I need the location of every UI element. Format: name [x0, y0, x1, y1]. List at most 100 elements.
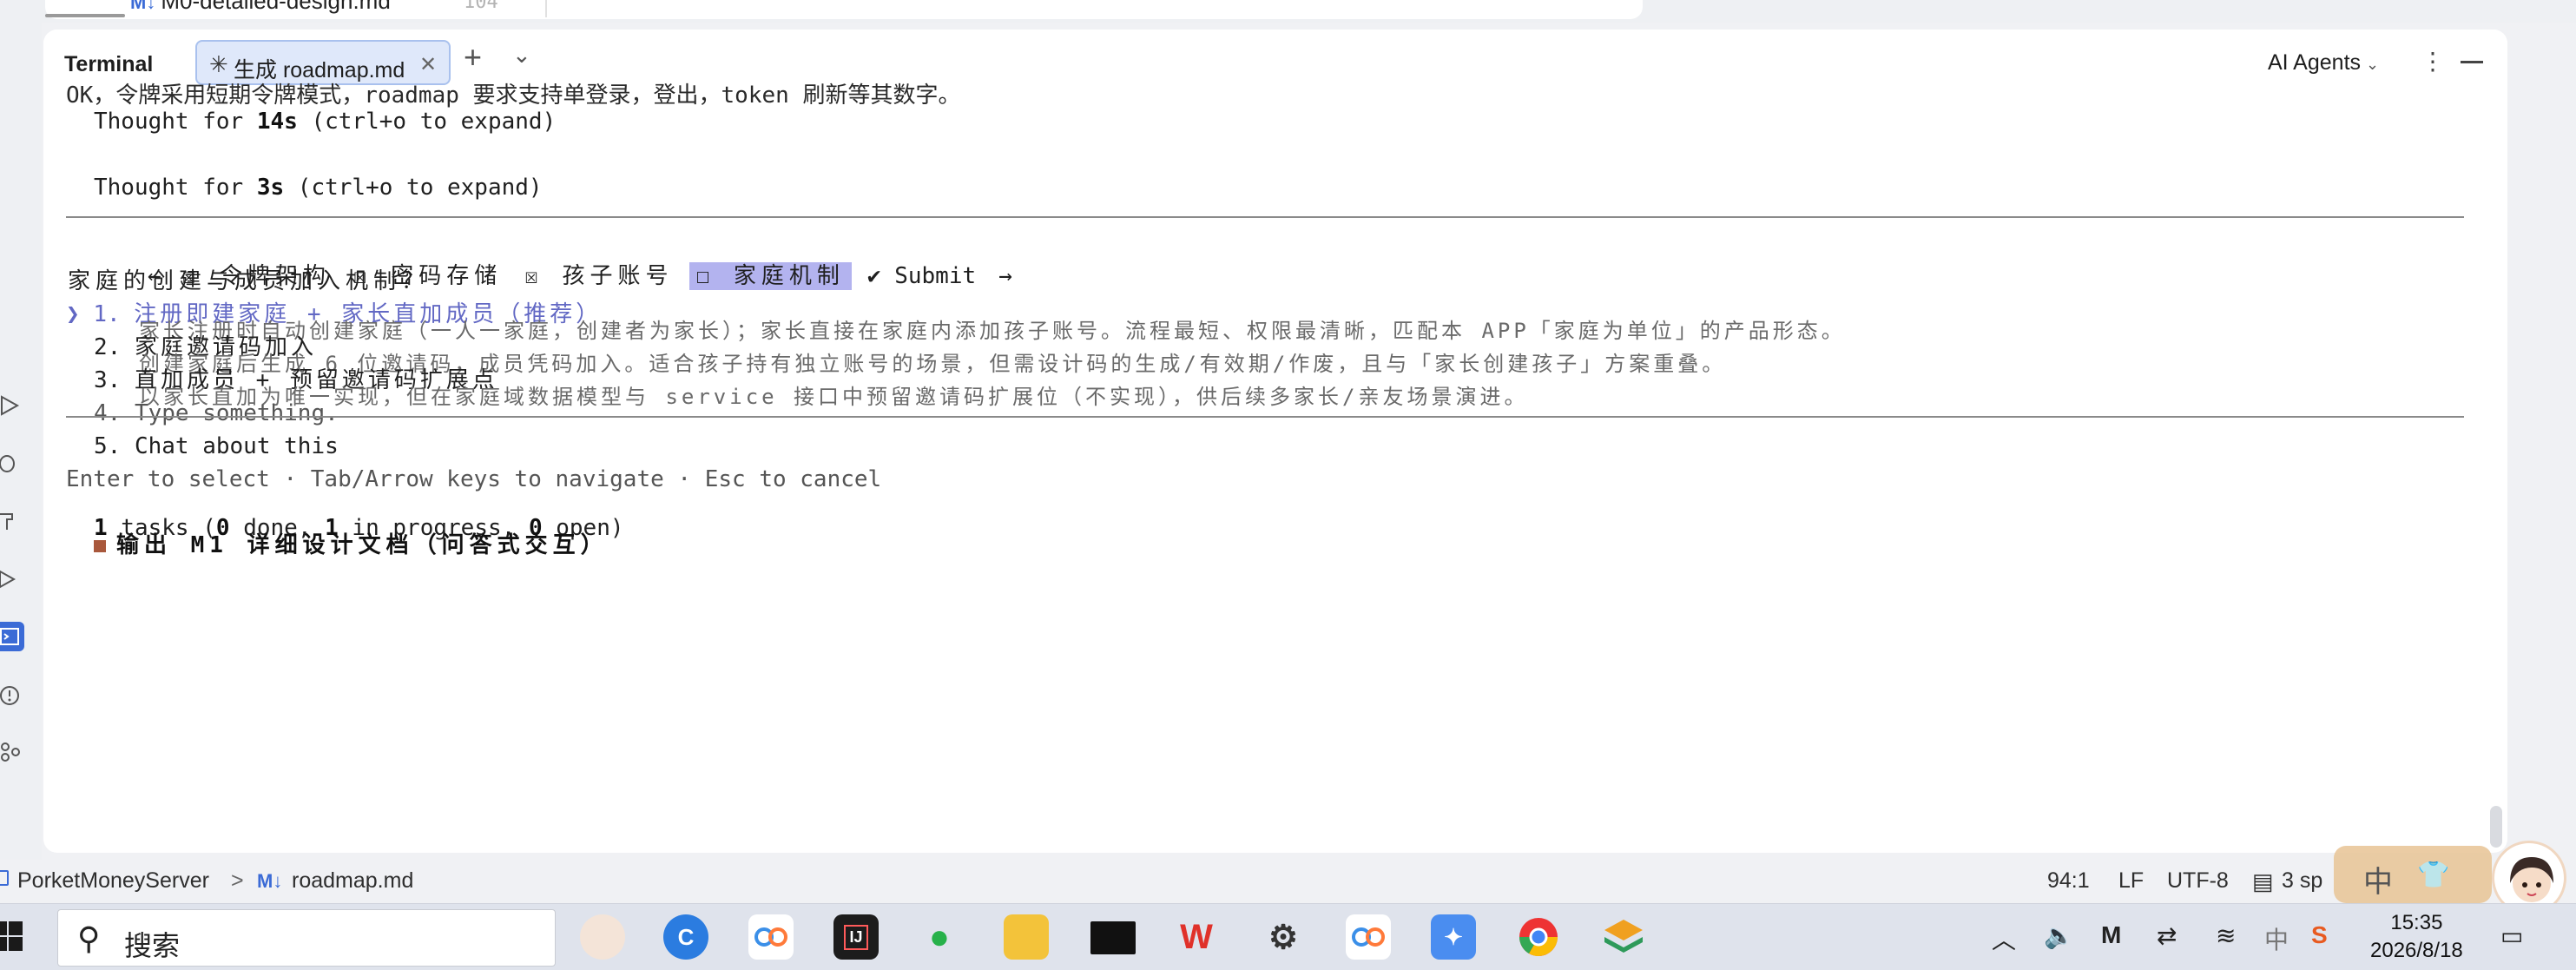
- option-4[interactable]: 4. Type something.: [94, 399, 339, 427]
- taskbar-clock[interactable]: 15:35 2026/8/18: [2370, 909, 2463, 965]
- editor-file-tab[interactable]: M↓ M0-detailed-design.md: [52, 0, 412, 14]
- add-tab-button[interactable]: +: [464, 42, 482, 73]
- chat-about-option[interactable]: 5. Chat about this: [94, 432, 339, 460]
- task-item-label: 输出 M1 详细设计文档（问答式交互）: [116, 532, 609, 558]
- thought-line: Thought for 3s (ctrl+o to expand): [94, 174, 543, 201]
- thought-prefix: Thought for: [94, 175, 257, 201]
- thought-prefix: Thought for: [94, 109, 257, 135]
- taskbar: ⚲ 搜索 C IJ ● W ⚙ ✦ ︿ 🔈 M ⇄ ≋ 中 S 15:35 20…: [0, 903, 2576, 970]
- terminal-icon[interactable]: [0, 622, 24, 651]
- volume-icon[interactable]: 🔈: [2044, 921, 2074, 950]
- build-icon[interactable]: [0, 505, 24, 535]
- indent-setting[interactable]: 3 sp: [2282, 868, 2322, 894]
- git-icon[interactable]: [0, 736, 24, 766]
- file-explorer-icon[interactable]: [1004, 914, 1049, 960]
- editor-file-tab-label: M0-detailed-design.md: [161, 0, 391, 14]
- markdown-icon: M↓: [257, 870, 283, 892]
- avatar-app-icon[interactable]: [580, 914, 625, 960]
- pointer-icon: ❯: [66, 301, 80, 327]
- checked-box-icon: ☒: [524, 263, 544, 289]
- chevron-down-icon: ⌄: [2366, 56, 2380, 73]
- nav-item-child-account[interactable]: ☒ 孩子账号: [524, 262, 673, 290]
- edge-browser-icon[interactable]: C: [663, 914, 708, 960]
- wifi-icon[interactable]: ≋: [2216, 921, 2236, 950]
- terminal-app-icon[interactable]: [1090, 921, 1136, 954]
- breadcrumb-project[interactable]: PorketMoneyServer: [17, 868, 209, 894]
- nav-item-label: 家庭机制: [733, 263, 845, 289]
- terminal-output[interactable]: OK，令牌采用短期令牌模式，roadmap 要求支持单登录，登出，token 刷…: [66, 82, 2488, 853]
- file-encoding[interactable]: UTF-8: [2167, 868, 2229, 894]
- option-description: 家长注册时自动创建家庭（一人一家庭，创建者为家长）；家长直接在家庭内添加孩子账号…: [139, 319, 1846, 343]
- question-text: 家庭的创建与成员加入机制？: [68, 268, 430, 294]
- thought-suffix: (ctrl+o to expand): [284, 175, 543, 201]
- option-number: 2.: [94, 334, 122, 360]
- wps-icon[interactable]: W: [1174, 914, 1219, 960]
- baidu-netdisk-icon[interactable]: [748, 914, 794, 960]
- windows-start-icon[interactable]: [0, 921, 23, 951]
- terminal-session-tab[interactable]: ✳ 生成 roadmap.md ✕: [195, 40, 451, 85]
- services-icon[interactable]: [0, 564, 24, 594]
- nav-submit[interactable]: ✔ Submit: [867, 262, 976, 290]
- chrome-icon[interactable]: [1516, 914, 1561, 960]
- option-number: 1.: [93, 301, 121, 327]
- taskbar-search[interactable]: ⚲ 搜索: [57, 909, 556, 967]
- search-icon: ⚲: [77, 921, 101, 956]
- wechat-icon[interactable]: ●: [917, 914, 962, 960]
- check-icon: ✔: [866, 263, 881, 289]
- notification-icon[interactable]: ▭: [2500, 921, 2523, 950]
- scrollbar-thumb[interactable]: [2490, 806, 2502, 848]
- thought-line: Thought for 14s (ctrl+o to expand): [94, 108, 556, 135]
- divider: [66, 216, 2464, 218]
- settings-icon[interactable]: ⚙: [1261, 914, 1306, 960]
- nav-item-label: 孩子账号: [562, 263, 674, 289]
- run-icon[interactable]: [0, 391, 24, 420]
- ime-tray-icon[interactable]: 中: [2264, 921, 2289, 956]
- baidu-netdisk-icon[interactable]: [1346, 914, 1391, 960]
- thought-suffix: (ctrl+o to expand): [297, 109, 557, 135]
- ime-widget[interactable]: 中 👕: [2334, 846, 2492, 903]
- chevron-down-icon[interactable]: ⌄: [512, 42, 531, 69]
- app-icon[interactable]: ✦: [1431, 914, 1476, 960]
- markdown-icon: M↓: [130, 0, 156, 13]
- debug-icon[interactable]: [0, 448, 24, 478]
- cursor-position[interactable]: 94:1: [2047, 868, 2090, 894]
- intellij-icon[interactable]: IJ: [833, 914, 879, 960]
- key-hint: Enter to select · Tab/Arrow keys to navi…: [66, 466, 882, 492]
- nav-item-family[interactable]: ☐ 家庭机制: [688, 262, 852, 290]
- task-item: 输出 M1 详细设计文档（问答式交互）: [94, 531, 609, 559]
- line-ending[interactable]: LF: [2118, 868, 2144, 894]
- shirt-icon: 👕: [2417, 861, 2450, 889]
- terminal-title[interactable]: Terminal: [64, 52, 153, 77]
- option-title: Type something.: [134, 400, 339, 426]
- forward-arrow-icon[interactable]: →: [998, 263, 1012, 289]
- project-icon: [0, 870, 9, 886]
- ai-agents-label: AI Agents: [2268, 50, 2362, 75]
- minimize-icon[interactable]: [2461, 61, 2483, 63]
- divider: [66, 416, 2464, 418]
- status-bar: PorketMoneyServer > M↓ roadmap.md 94:1 L…: [0, 860, 2576, 903]
- tool-rail: [0, 23, 42, 908]
- line-number: 104: [464, 0, 498, 13]
- partial-output-line: OK，令牌采用短期令牌模式，roadmap 要求支持单登录，登出，token 刷…: [66, 82, 961, 109]
- editor-tab-strip: M↓ M0-detailed-design.md 104: [0, 0, 2576, 23]
- problems-icon[interactable]: [0, 681, 24, 710]
- indent-icon: ▤: [2252, 868, 2274, 894]
- ai-agents-dropdown[interactable]: AI Agents ⌄: [2268, 50, 2379, 76]
- network-settings-icon[interactable]: ⇄: [2157, 921, 2177, 950]
- thought-time: 14s: [256, 109, 298, 135]
- more-options-icon[interactable]: ⋮: [2421, 47, 2445, 76]
- close-icon[interactable]: ✕: [419, 52, 437, 77]
- session-tab-label: 生成 roadmap.md: [234, 58, 405, 82]
- option-number: 4.: [94, 400, 122, 426]
- m-tray-icon[interactable]: M: [2101, 921, 2121, 949]
- s-tray-icon[interactable]: S: [2311, 921, 2328, 949]
- layers-app-icon[interactable]: [1601, 914, 1646, 960]
- terminal-panel: Terminal ✳ 生成 roadmap.md ✕ + ⌄ AI Agents…: [43, 30, 2507, 853]
- chevron-up-icon[interactable]: ︿: [1992, 921, 2016, 956]
- divider: [545, 0, 547, 17]
- asterisk-icon: ✳: [209, 51, 228, 77]
- option-description: 以家长直加为唯一实现，但在家庭域数据模型与 service 接口中预留邀请码扩展…: [139, 385, 1529, 409]
- breadcrumb-file[interactable]: roadmap.md: [292, 868, 413, 894]
- editor-tab-indicator: [45, 14, 125, 17]
- submit-label: Submit: [894, 263, 977, 289]
